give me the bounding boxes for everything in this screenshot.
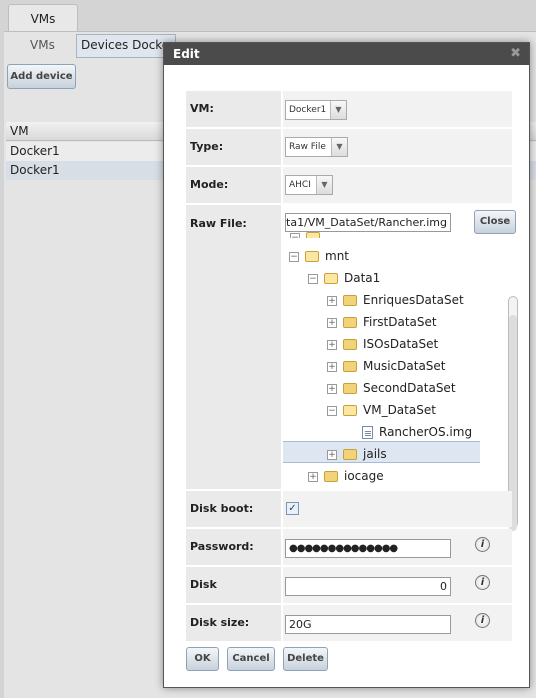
tree-node-label: mnt bbox=[325, 249, 349, 263]
tree-node-enriquesdataset[interactable]: + EnriquesDataSet bbox=[327, 289, 464, 311]
expand-toggle[interactable]: + bbox=[327, 383, 337, 394]
tab-vms[interactable]: VMs bbox=[8, 4, 78, 32]
tree-node-rancheros-img[interactable]: RancherOS.img bbox=[346, 421, 472, 443]
tree-node-label: ISOsDataSet bbox=[363, 337, 439, 351]
add-device-button[interactable]: Add device bbox=[7, 64, 76, 89]
subtab-vms[interactable]: VMs bbox=[30, 38, 55, 52]
mode-select[interactable]: AHCI ▼ bbox=[285, 175, 333, 195]
disk-sectorsize-row: Disk sectorsize: 0 i bbox=[186, 567, 512, 627]
collapse-toggle[interactable]: − bbox=[327, 405, 337, 416]
tree-node-label: jails bbox=[363, 447, 387, 461]
expand-toggle[interactable]: + bbox=[327, 295, 337, 306]
mode-row: Mode: AHCI ▼ bbox=[186, 167, 512, 203]
expand-toggle[interactable]: + bbox=[327, 317, 337, 328]
disk-sectorsize-cell: 0 i bbox=[283, 567, 512, 603]
vm-label: VM: bbox=[186, 91, 281, 127]
chevron-down-icon: ▼ bbox=[316, 176, 332, 194]
delete-button[interactable]: Delete bbox=[283, 647, 328, 671]
tree-node-label: FirstDataSet bbox=[363, 315, 437, 329]
type-row: Type: Raw File ▼ bbox=[186, 129, 512, 165]
chevron-down-icon: ▼ bbox=[331, 138, 347, 156]
type-select[interactable]: Raw File ▼ bbox=[285, 137, 348, 157]
tree-node-label: MusicDataSet bbox=[363, 359, 446, 373]
mode-cell: AHCI ▼ bbox=[283, 167, 512, 203]
disk-boot-label: Disk boot: bbox=[186, 491, 281, 527]
disk-size-label: Disk size: bbox=[186, 605, 281, 641]
vm-select[interactable]: Docker1 ▼ bbox=[285, 100, 347, 120]
folder-icon bbox=[343, 339, 357, 350]
folder-icon bbox=[343, 383, 357, 394]
expand-toggle[interactable]: + bbox=[308, 471, 318, 482]
folder-open-icon bbox=[324, 273, 338, 284]
tree-node-jails[interactable]: + jails bbox=[327, 443, 387, 465]
expand-toggle[interactable]: + bbox=[327, 339, 337, 350]
raw-file-close-button[interactable]: Close bbox=[474, 210, 516, 234]
folder-open-icon bbox=[343, 405, 357, 416]
disk-sectorsize-input[interactable]: 0 bbox=[285, 577, 451, 596]
dialog-titlebar: Edit ✖ bbox=[164, 43, 529, 65]
info-icon[interactable]: i bbox=[475, 613, 490, 628]
folder-icon bbox=[343, 361, 357, 372]
raw-file-label: Raw File: bbox=[186, 205, 281, 489]
ok-button[interactable]: OK bbox=[186, 647, 219, 671]
mode-select-value: AHCI bbox=[289, 180, 311, 190]
file-icon bbox=[362, 426, 373, 439]
disk-size-cell: 20G i bbox=[283, 605, 512, 641]
dialog-title: Edit bbox=[173, 47, 200, 61]
folder-open-icon bbox=[305, 251, 319, 262]
disk-boot-checkbox[interactable]: ✓ bbox=[286, 502, 299, 515]
password-label: Password: bbox=[186, 529, 281, 565]
disk-boot-cell: ✓ bbox=[283, 491, 512, 527]
tree-node-label: SecondDataSet bbox=[363, 381, 456, 395]
tree-node-label: iocage bbox=[344, 469, 384, 483]
cancel-button[interactable]: Cancel bbox=[227, 647, 275, 671]
folder-icon bbox=[343, 449, 357, 460]
tree-node-label: EnriquesDataSet bbox=[363, 293, 464, 307]
folder-icon bbox=[324, 471, 338, 482]
tree-node-isosdataset[interactable]: + ISOsDataSet bbox=[327, 333, 438, 355]
tree-node-seconddataset[interactable]: + SecondDataSet bbox=[327, 377, 456, 399]
tree-node-label: Data1 bbox=[344, 271, 381, 285]
tree-node-vm-dataset[interactable]: − VM_DataSet bbox=[327, 399, 436, 421]
expand-toggle[interactable]: + bbox=[327, 449, 337, 460]
type-select-value: Raw File bbox=[289, 142, 326, 152]
vm-row: VM: Docker1 ▼ bbox=[186, 91, 512, 127]
expand-toggle[interactable]: + bbox=[327, 361, 337, 372]
collapse-toggle[interactable]: − bbox=[290, 232, 300, 238]
chevron-down-icon: ▼ bbox=[330, 101, 346, 119]
vm-select-value: Docker1 bbox=[289, 105, 327, 115]
tree-node-data1[interactable]: − Data1 bbox=[308, 267, 380, 289]
disk-boot-row: Disk boot: ✓ bbox=[186, 491, 512, 527]
password-input[interactable]: ●●●●●●●●●●●●●● bbox=[285, 539, 451, 558]
tree-node-label: VM_DataSet bbox=[363, 403, 436, 417]
tree-node-mnt[interactable]: − mnt bbox=[289, 245, 349, 267]
tree-node-label: RancherOS.img bbox=[379, 425, 473, 439]
disk-size-row: Disk size: 20G i bbox=[186, 605, 512, 641]
tree-root-stub: − bbox=[290, 226, 326, 238]
info-icon[interactable]: i bbox=[475, 575, 490, 590]
password-row: Password: ●●●●●●●●●●●●●● i bbox=[186, 529, 512, 565]
close-icon[interactable]: ✖ bbox=[510, 43, 521, 65]
folder-open-icon bbox=[306, 232, 320, 238]
type-label: Type: bbox=[186, 129, 281, 165]
tree-node-firstdataset[interactable]: + FirstDataSet bbox=[327, 311, 437, 333]
tree-node-iocage[interactable]: + iocage bbox=[308, 465, 384, 487]
collapse-toggle[interactable]: − bbox=[308, 273, 318, 284]
type-cell: Raw File ▼ bbox=[283, 129, 512, 165]
disk-sectorsize-label: Disk sectorsize: bbox=[186, 567, 281, 627]
info-icon[interactable]: i bbox=[475, 537, 490, 552]
collapse-toggle[interactable]: − bbox=[289, 251, 299, 262]
tree-node-musicdataset[interactable]: + MusicDataSet bbox=[327, 355, 446, 377]
folder-icon bbox=[343, 317, 357, 328]
vm-cell: Docker1 ▼ bbox=[283, 91, 512, 127]
edit-dialog: Edit ✖ VM: Docker1 ▼ Type: Raw File ▼ Mo… bbox=[163, 42, 530, 688]
subtab-devices[interactable]: Devices Docker1 bbox=[76, 34, 176, 58]
mode-label: Mode: bbox=[186, 167, 281, 203]
folder-icon bbox=[343, 295, 357, 306]
password-cell: ●●●●●●●●●●●●●● i bbox=[283, 529, 512, 565]
disk-size-input[interactable]: 20G bbox=[285, 615, 451, 634]
